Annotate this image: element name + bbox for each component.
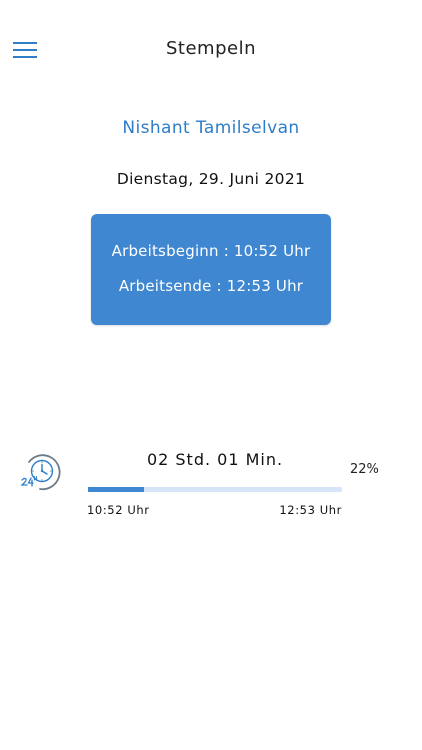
page-title: Stempeln	[165, 38, 256, 59]
progress-end-time: 12:53 Uhr	[279, 503, 342, 517]
current-date: Dienstag, 29. Juni 2021	[116, 170, 306, 188]
app-header: Stempeln	[0, 0, 422, 100]
work-duration: 02 Std. 01 Min.	[146, 450, 284, 469]
progress-bar	[88, 487, 342, 492]
user-name: Nishant Tamilselvan	[122, 118, 300, 138]
progress-fill	[88, 487, 144, 492]
work-end-label: Arbeitsende : 12:53 Uhr	[118, 277, 304, 295]
clock-24h-icon	[20, 452, 64, 492]
work-time-card: Arbeitsbeginn : 10:52 Uhr Arbeitsende : …	[91, 214, 331, 325]
progress-percent: 22%	[350, 462, 379, 477]
progress-start-time: 10:52 Uhr	[87, 503, 150, 517]
work-start-label: Arbeitsbeginn : 10:52 Uhr	[111, 242, 311, 260]
